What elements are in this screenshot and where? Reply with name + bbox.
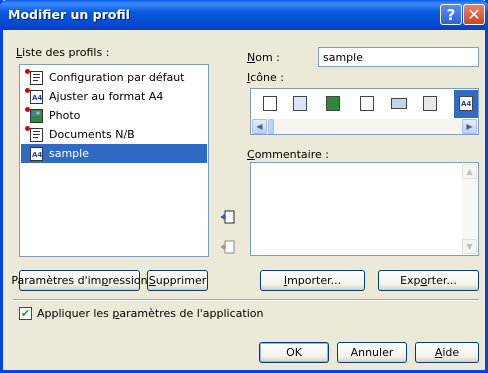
- layout-icon[interactable]: [391, 98, 407, 109]
- comment-label-accel: C: [247, 148, 255, 161]
- add-to-list-icon: [221, 210, 235, 224]
- scroll-down-button[interactable]: ▼: [462, 239, 477, 254]
- close-icon: ✕: [467, 5, 481, 24]
- comment-field[interactable]: ▲ ▼: [250, 162, 479, 256]
- profiles-label-text: iste des profils :: [22, 46, 110, 59]
- help-label: ide: [442, 346, 460, 359]
- icon-label-text: cône :: [250, 71, 284, 84]
- booklet-icon[interactable]: [423, 96, 437, 111]
- ok-label: OK: [286, 346, 302, 359]
- chevron-down-icon: ▼: [466, 242, 473, 251]
- chevron-up-icon: ▲: [466, 167, 473, 176]
- a4-icon: A4: [30, 147, 43, 161]
- document-icon: [30, 71, 43, 85]
- apply-settings-label[interactable]: Appliquer les paramètres de l'applicatio…: [37, 307, 263, 320]
- list-item-default[interactable]: Configuration par défaut: [21, 68, 207, 87]
- ok-button[interactable]: OK: [259, 342, 329, 363]
- separator: [13, 299, 479, 301]
- help-accel: A: [434, 346, 443, 359]
- apply-label-end: aramètres de l'application: [119, 307, 264, 320]
- profiles-label: Liste des profils :: [16, 46, 109, 59]
- icon-scrollbar[interactable]: ◀ ▶: [252, 119, 477, 134]
- print-settings-label-end: ression: [108, 274, 148, 287]
- scroll-left-button[interactable]: ◀: [252, 119, 267, 134]
- photo-icon: [30, 109, 43, 123]
- list-item-label: Configuration par défaut: [49, 71, 185, 84]
- import-label: mporter...: [287, 274, 342, 287]
- document-icon[interactable]: [263, 96, 277, 111]
- apply-settings-checkbox[interactable]: ✔: [19, 307, 32, 320]
- delete-label: upprimer: [155, 274, 207, 287]
- close-button[interactable]: ✕: [463, 4, 485, 25]
- chevron-left-icon: ◀: [256, 122, 263, 131]
- checkmark-icon: ✔: [20, 307, 31, 320]
- list-item-label: Photo: [49, 109, 81, 122]
- delete-button[interactable]: Supprimer: [147, 270, 208, 291]
- export-accel: o: [420, 274, 428, 287]
- cancel-button[interactable]: Annuler: [337, 342, 407, 363]
- icon-label: Icône :: [247, 71, 284, 84]
- title-bar[interactable]: Modifier un profil ? ✕: [0, 0, 488, 30]
- list-item-photo[interactable]: Photo: [21, 106, 207, 125]
- icon-picker[interactable]: A4 ◀ ▶: [250, 88, 479, 135]
- photo-icon[interactable]: [326, 96, 340, 111]
- scroll-up-button[interactable]: ▲: [462, 164, 477, 179]
- import-button[interactable]: Importer...: [260, 270, 365, 291]
- comment-scrollbar[interactable]: ▲ ▼: [462, 164, 477, 254]
- a4-icon[interactable]: A4: [459, 96, 473, 111]
- cancel-label: Annuler: [350, 346, 394, 359]
- name-value: sample: [323, 50, 363, 64]
- text-document-icon[interactable]: [360, 96, 374, 111]
- list-item-label: sample: [49, 147, 89, 160]
- print-settings-button[interactable]: Paramètres d'im p ression: [11, 270, 148, 291]
- dialog-window: Modifier un profil ? ✕ Liste des profils…: [0, 0, 488, 373]
- list-item-a4[interactable]: A4 Ajuster au format A4: [21, 87, 207, 106]
- name-label-accel: N: [247, 51, 256, 64]
- scroll-thumb[interactable]: [268, 119, 274, 134]
- apply-label-start: Appliquer les: [37, 307, 113, 320]
- profiles-list[interactable]: Configuration par défaut A4 Ajuster au f…: [19, 64, 209, 257]
- help-icon: ?: [446, 5, 456, 24]
- list-item-documents-nb[interactable]: Documents N/B: [21, 125, 207, 144]
- restore-from-list-icon: [221, 240, 235, 254]
- print-settings-label: Paramètres d'im: [11, 274, 102, 287]
- svg-text:A4: A4: [32, 151, 42, 159]
- svg-text:A4: A4: [32, 94, 42, 102]
- help-button[interactable]: Aide: [415, 342, 479, 363]
- name-field[interactable]: sample: [318, 47, 479, 67]
- delete-accel: S: [148, 274, 156, 287]
- comment-label: Commentaire :: [247, 148, 329, 161]
- export-label: Exp: [400, 274, 421, 287]
- a4-icon: A4: [30, 90, 43, 104]
- window-title: Modifier un profil: [8, 7, 130, 22]
- restore-from-list-button[interactable]: [218, 238, 237, 257]
- name-label: Nom :: [247, 51, 280, 64]
- help-title-button[interactable]: ?: [440, 4, 462, 25]
- print-settings-accel: p: [101, 274, 109, 287]
- svg-text:A4: A4: [461, 100, 471, 108]
- list-item-label: Ajuster au format A4: [49, 90, 164, 103]
- scroll-right-button[interactable]: ▶: [462, 119, 477, 134]
- list-item-sample[interactable]: A4 sample: [21, 144, 207, 163]
- comment-label-text: ommentaire :: [254, 148, 329, 161]
- list-item-label: Documents N/B: [49, 128, 135, 141]
- transparency-icon[interactable]: [293, 96, 307, 111]
- add-to-list-button[interactable]: [218, 208, 237, 227]
- export-button[interactable]: Exp o rter...: [378, 270, 479, 291]
- name-label-text: om :: [255, 51, 280, 64]
- export-label-end: rter...: [427, 274, 457, 287]
- chevron-right-icon: ▶: [466, 122, 473, 131]
- document-icon: [30, 128, 43, 142]
